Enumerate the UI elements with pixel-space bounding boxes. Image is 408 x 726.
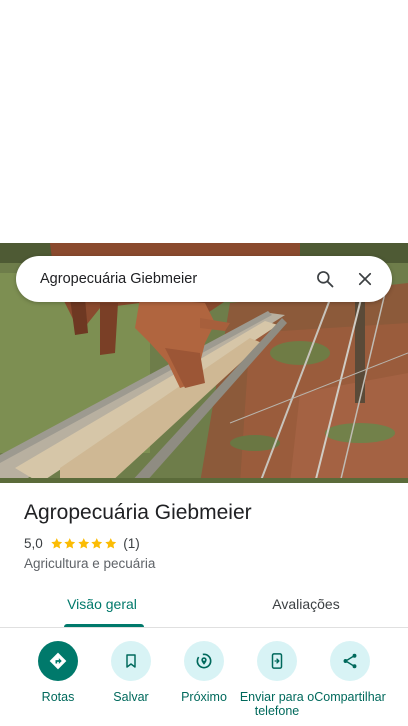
star-icon: [105, 538, 116, 549]
send-to-phone-icon: [257, 641, 297, 681]
rating-row[interactable]: 5,0 (1): [24, 536, 140, 551]
close-icon[interactable]: [351, 265, 379, 293]
star-icon: [91, 538, 103, 549]
place-tabs: Visão geral Avaliações: [0, 587, 408, 628]
save-label: Salvar: [113, 690, 149, 704]
nearby-button[interactable]: Próximo: [166, 641, 242, 704]
tab-selected-indicator: [64, 624, 144, 627]
star-rating: [50, 537, 118, 550]
place-info-panel: Agropecuária Giebmeier 5,0 (1) Agricultu…: [0, 483, 408, 726]
tab-reviews-label: Avaliações: [272, 596, 340, 612]
tab-reviews[interactable]: Avaliações: [204, 587, 408, 627]
search-bar[interactable]: Agropecuária Giebmeier: [16, 256, 392, 302]
directions-button[interactable]: Rotas: [20, 641, 96, 704]
star-icon: [78, 538, 89, 549]
share-label: Compartilhar: [314, 690, 386, 704]
map-blank-area: [0, 0, 408, 243]
place-category: Agricultura e pecuária: [24, 556, 156, 571]
share-icon: [330, 641, 370, 681]
nearby-label: Próximo: [181, 690, 227, 704]
directions-icon: [38, 641, 78, 681]
bookmark-icon: [111, 641, 151, 681]
share-button[interactable]: Compartilhar: [312, 641, 388, 704]
directions-label: Rotas: [41, 690, 75, 704]
review-count: (1): [123, 536, 140, 551]
rating-value: 5,0: [24, 536, 43, 551]
star-icon: [51, 538, 62, 549]
save-button[interactable]: Salvar: [93, 641, 169, 704]
star-icon: [64, 538, 76, 549]
tab-overview-label: Visão geral: [67, 596, 137, 612]
tab-overview[interactable]: Visão geral: [0, 587, 204, 627]
search-input[interactable]: Agropecuária Giebmeier: [16, 271, 311, 287]
nearby-icon: [184, 641, 224, 681]
send-to-phone-button[interactable]: Enviar para o telefone: [239, 641, 315, 718]
action-bar: Rotas Salvar Próximo Enviar para o telef…: [0, 641, 408, 726]
send-to-phone-label: Enviar para o telefone: [239, 690, 315, 718]
place-title: Agropecuária Giebmeier: [24, 501, 252, 524]
search-icon[interactable]: [311, 265, 339, 293]
